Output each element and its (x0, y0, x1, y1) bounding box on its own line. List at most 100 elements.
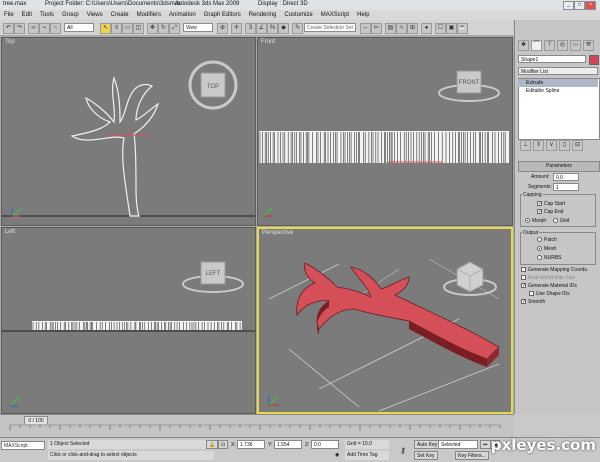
pin-stack-icon[interactable]: ⊥ (520, 140, 531, 151)
modify-tab-icon[interactable]: ⌒ (531, 40, 542, 51)
material-editor-icon[interactable]: ● (421, 23, 432, 34)
viewport-perspective[interactable]: Perspective (257, 227, 513, 414)
go-to-start-icon[interactable]: ⏮ (480, 440, 491, 449)
menu-help[interactable]: Help (353, 10, 373, 20)
curve-editor-icon[interactable]: ∿ (396, 23, 407, 34)
viewport-left[interactable]: Left LEFT (1, 227, 256, 414)
menu-tools[interactable]: Tools (36, 10, 58, 20)
generate-mapping-checkbox[interactable] (521, 267, 526, 272)
menu-group[interactable]: Group (58, 10, 83, 20)
absolute-mode-icon[interactable]: ⊡ (218, 440, 229, 449)
x-coord-field[interactable]: 1.736 (237, 440, 265, 449)
cap-end-checkbox[interactable]: ✓ (537, 209, 542, 215)
menu-views[interactable]: Views (83, 10, 107, 20)
select-manipulate-icon[interactable]: ✛ (231, 23, 242, 34)
make-unique-icon[interactable]: ∨ (546, 140, 557, 151)
select-move-icon[interactable]: ✥ (147, 23, 158, 34)
show-end-result-icon[interactable]: ‖ (533, 140, 544, 151)
cap-start-checkbox[interactable]: ✓ (537, 201, 542, 207)
maximize-button[interactable]: □ (574, 1, 585, 10)
viewcube-left-label[interactable]: LEFT (206, 271, 221, 277)
amount-spinner[interactable]: 0.0 (553, 173, 579, 181)
viewcube-front-label[interactable]: FRONT (459, 80, 480, 86)
angle-snap-icon[interactable]: ∠ (256, 23, 267, 34)
remove-modifier-icon[interactable]: ▯ (559, 140, 570, 151)
redo-icon[interactable]: ↷ (14, 23, 25, 34)
window-crossing-icon[interactable]: ◫ (133, 23, 144, 34)
object-name-field[interactable]: Shape1 (518, 55, 586, 63)
nurbs-radio[interactable] (537, 255, 542, 260)
motion-tab-icon[interactable]: ◎ (557, 40, 568, 51)
grid-radio[interactable] (553, 218, 558, 223)
rectangular-selection-icon[interactable]: ▭ (122, 23, 133, 34)
morph-radio[interactable] (525, 218, 530, 223)
percent-snap-icon[interactable]: % (267, 23, 278, 34)
schematic-view-icon[interactable]: ⊞ (407, 23, 418, 34)
snaps-toggle-icon[interactable]: 3 (245, 23, 256, 34)
time-tag-icon[interactable]: ◉ (333, 451, 341, 460)
reference-coordinate-dropdown[interactable]: View (183, 23, 213, 32)
auto-key-button[interactable]: Auto Key (414, 440, 441, 449)
named-selection-set-dropdown[interactable]: Create Selection Set (304, 23, 356, 32)
menu-rendering[interactable]: Rendering (245, 10, 281, 20)
patch-radio[interactable] (537, 237, 542, 242)
pivot-center-icon[interactable]: ⊕ (217, 23, 228, 34)
menu-graph-editors[interactable]: Graph Editors (200, 10, 245, 20)
smooth-checkbox[interactable]: ✓ (521, 299, 526, 305)
segments-spinner[interactable]: 1 (553, 183, 579, 191)
use-shape-ids-checkbox[interactable] (529, 291, 534, 296)
selection-filter-dropdown[interactable]: All (64, 23, 94, 32)
stack-item-editable-spline[interactable]: Editable Spline (518, 87, 598, 95)
generate-material-ids-checkbox[interactable]: ✓ (521, 283, 526, 289)
rendered-frame-window-icon[interactable]: ▣ (446, 23, 457, 34)
menu-edit[interactable]: Edit (18, 10, 36, 20)
close-button[interactable]: × (585, 1, 596, 10)
menu-create[interactable]: Create (107, 10, 133, 20)
align-icon[interactable]: ⊨ (371, 23, 382, 34)
utilities-tab-icon[interactable]: ⚒ (583, 40, 594, 51)
create-tab-icon[interactable]: ✱ (518, 40, 529, 51)
viewcube-top-label[interactable]: TOP (207, 84, 219, 90)
menu-customize[interactable]: Customize (280, 10, 316, 20)
add-time-tag[interactable]: Add Time Tag (345, 451, 389, 460)
edit-named-selection-icon[interactable]: ✎ (292, 23, 303, 34)
parameters-rollout-header[interactable]: Parameters (518, 161, 600, 172)
object-color-swatch[interactable] (589, 55, 599, 65)
layer-manager-icon[interactable]: ▤ (385, 23, 396, 34)
track-bar[interactable] (0, 424, 514, 437)
bind-space-warp-icon[interactable]: ~ (50, 23, 61, 34)
render-setup-icon[interactable]: ☐ (435, 23, 446, 34)
display-tab-icon[interactable]: ▭ (570, 40, 581, 51)
real-world-map-checkbox[interactable] (521, 275, 526, 280)
menu-animation[interactable]: Animation (165, 10, 200, 20)
key-filters-button[interactable]: Key Filters... (455, 451, 489, 460)
mesh-radio[interactable] (537, 246, 542, 251)
select-by-name-icon[interactable]: ≡ (111, 23, 122, 34)
mirror-icon[interactable]: ⇔ (360, 23, 371, 34)
y-coord-field[interactable]: 1.554 (274, 440, 302, 449)
z-coord-field[interactable]: 0.0 (311, 440, 339, 449)
spinner-snap-icon[interactable]: ◆ (278, 23, 289, 34)
modifier-list-dropdown[interactable]: Modifier List (518, 67, 598, 75)
undo-icon[interactable]: ↶ (3, 23, 14, 34)
unlink-icon[interactable]: ⌁ (39, 23, 50, 34)
lock-selection-icon[interactable]: 🔒 (206, 440, 219, 449)
viewport-front[interactable]: Front FRONT (257, 37, 513, 226)
minimize-button[interactable]: _ (563, 1, 574, 10)
stack-item-extrude[interactable]: Extrude (518, 79, 598, 87)
menu-maxscript[interactable]: MAXScript (317, 10, 353, 20)
link-icon[interactable]: ∞ (28, 23, 39, 34)
maxscript-listener[interactable]: MAXScript. (1, 441, 45, 450)
menu-modifiers[interactable]: Modifiers (133, 10, 165, 20)
configure-modifier-sets-icon[interactable]: ⊟ (572, 140, 583, 151)
hierarchy-tab-icon[interactable]: ⊤ (544, 40, 555, 51)
select-scale-icon[interactable]: ⤢ (169, 23, 180, 34)
select-object-icon[interactable]: ↖ (100, 23, 111, 34)
set-key-button[interactable]: Set Key (414, 451, 438, 460)
menu-file[interactable]: File (0, 10, 18, 20)
quick-render-icon[interactable]: ☕ (457, 23, 468, 34)
select-rotate-icon[interactable]: ↻ (158, 23, 169, 34)
key-filter-selection-dropdown[interactable]: Selected (438, 440, 478, 449)
viewport-top[interactable]: Top TOP (1, 37, 256, 226)
key-icon[interactable]: ⚷ (398, 446, 408, 455)
